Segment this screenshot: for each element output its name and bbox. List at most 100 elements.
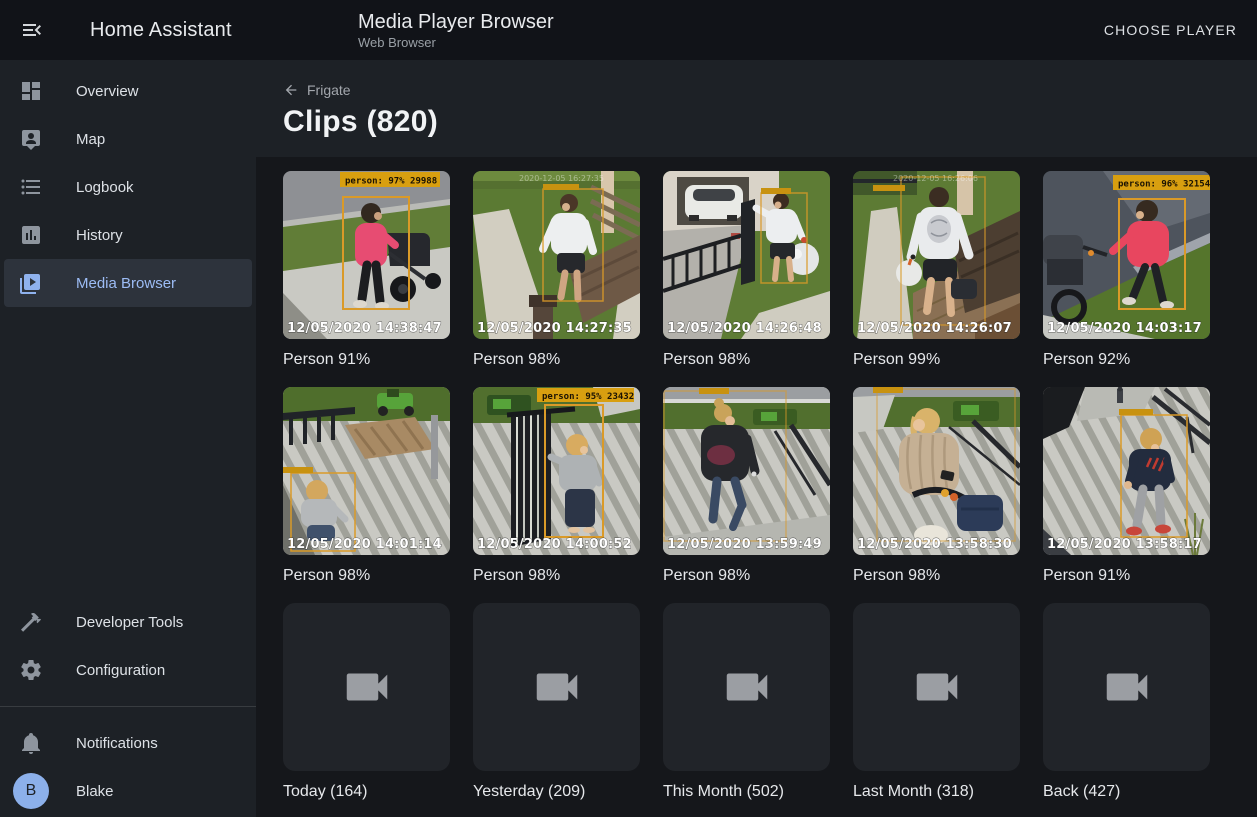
sidebar-item-developer-tools[interactable]: Developer Tools — [0, 598, 256, 646]
page-subtitle: Web Browser — [358, 35, 1098, 50]
sidebar-item-user-profile[interactable]: B Blake — [0, 767, 256, 815]
detection-label: person: 96% 32154 — [1118, 180, 1210, 190]
menu-open-icon — [20, 18, 44, 42]
clip-thumbnail-image: person: 96% 32154 12/05/2020 14:03:17 — [1043, 171, 1210, 339]
clips-grid-area: person: 97% 29988 12/05/2020 14:38:47 Pe… — [256, 157, 1257, 817]
clip-thumbnail: 12/05/2020 13:58:17 — [1043, 387, 1210, 555]
clip-thumbnail: person: 95% 23432 12/05/2020 14:00:52 — [473, 387, 640, 555]
sidebar-item-map[interactable]: Map — [0, 115, 256, 163]
detection-chip — [873, 387, 903, 393]
video-icon — [340, 660, 394, 714]
folder-card-last-month[interactable]: Last Month (318) — [853, 603, 1020, 801]
avatar: B — [13, 773, 49, 809]
detection-chip — [543, 184, 579, 190]
detection-chip — [873, 185, 905, 191]
video-icon — [1100, 660, 1154, 714]
clip-label: Person 98% — [663, 351, 830, 369]
user-name-label: Blake — [76, 783, 114, 800]
detection-chip: person: 97% 29988 — [340, 172, 440, 187]
choose-player-button[interactable]: CHOOSE PLAYER — [1098, 21, 1243, 39]
clip-card[interactable]: 2020-12-05 16:27:35 12/05/2020 14:27:35 … — [473, 171, 640, 369]
clip-label: Person 99% — [853, 351, 1020, 369]
clip-card[interactable]: 2020-12-05 16:26:06 12/05/2020 14:26:07 … — [853, 171, 1020, 369]
folder-thumbnail — [1043, 603, 1210, 771]
folder-label: This Month (502) — [663, 783, 830, 801]
detection-chip: person: 95% 23432 — [537, 388, 634, 402]
overlay-timestamp: 2020-12-05 16:26:06 — [893, 174, 978, 183]
detection-label: person: 95% 23432 — [542, 392, 634, 402]
topbar-left: Home Assistant — [0, 18, 256, 42]
clip-timestamp: 12/05/2020 13:58:17 — [1047, 537, 1202, 552]
sidebar-item-history[interactable]: History — [0, 211, 256, 259]
clip-card[interactable]: 12/05/2020 13:58:17 Person 91% — [1043, 387, 1210, 585]
clips-grid: person: 97% 29988 12/05/2020 14:38:47 Pe… — [283, 171, 1257, 817]
video-icon — [530, 660, 584, 714]
sidebar-item-configuration[interactable]: Configuration — [0, 646, 256, 694]
clip-thumbnail: 2020-12-05 16:27:35 12/05/2020 14:27:35 — [473, 171, 640, 339]
clip-thumbnail-image: 2020-12-05 16:27:35 12/05/2020 14:27:35 — [473, 171, 640, 339]
chart-box-icon — [19, 223, 43, 247]
folder-card-this-month[interactable]: This Month (502) — [663, 603, 830, 801]
clip-thumbnail-image: 12/05/2020 13:58:30 — [853, 387, 1020, 555]
folder-card-back[interactable]: Back (427) — [1043, 603, 1210, 801]
clip-card[interactable]: 12/05/2020 14:26:48 Person 98% — [663, 171, 830, 369]
folder-thumbnail — [473, 603, 640, 771]
clip-timestamp: 12/05/2020 14:27:35 — [477, 321, 632, 336]
clip-thumbnail-image: 12/05/2020 14:01:14 — [283, 387, 450, 555]
clip-card[interactable]: person: 97% 29988 12/05/2020 14:38:47 Pe… — [283, 171, 450, 369]
clip-thumbnail: person: 97% 29988 12/05/2020 14:38:47 — [283, 171, 450, 339]
clip-thumbnail: 12/05/2020 13:59:49 — [663, 387, 830, 555]
clip-timestamp: 12/05/2020 14:26:48 — [667, 321, 822, 336]
clip-timestamp: 12/05/2020 13:58:30 — [857, 537, 1012, 552]
clip-card[interactable]: person: 96% 32154 12/05/2020 14:03:17 Pe… — [1043, 171, 1210, 369]
clip-label: Person 91% — [1043, 567, 1210, 585]
sidebar-item-overview[interactable]: Overview — [0, 67, 256, 115]
sidebar-item-logbook[interactable]: Logbook — [0, 163, 256, 211]
clip-thumbnail: person: 96% 32154 12/05/2020 14:03:17 — [1043, 171, 1210, 339]
clip-label: Person 92% — [1043, 351, 1210, 369]
sidebar-item-label: Developer Tools — [76, 614, 183, 631]
clip-timestamp: 12/05/2020 14:01:14 — [287, 537, 442, 552]
app-title: Home Assistant — [90, 19, 232, 42]
clip-card[interactable]: 12/05/2020 13:58:30 Person 98% — [853, 387, 1020, 585]
sidebar: Overview Map Logbook History Media — [0, 60, 256, 817]
sidebar-item-label: Notifications — [76, 735, 158, 752]
clip-timestamp: 12/05/2020 14:26:07 — [857, 321, 1012, 336]
clip-card[interactable]: person: 95% 23432 12/05/2020 14:00:52 Pe… — [473, 387, 640, 585]
clip-label: Person 98% — [663, 567, 830, 585]
folder-card-yesterday[interactable]: Yesterday (209) — [473, 603, 640, 801]
clip-thumbnail-image: 12/05/2020 13:59:49 — [663, 387, 830, 555]
folder-thumbnail — [283, 603, 450, 771]
sidebar-item-label: Configuration — [76, 662, 165, 679]
folder-label: Today (164) — [283, 783, 450, 801]
sidebar-divider — [0, 706, 256, 707]
video-icon — [910, 660, 964, 714]
detection-label: person: 97% 29988 — [345, 177, 437, 187]
clip-timestamp: 12/05/2020 13:59:49 — [667, 537, 822, 552]
clip-card[interactable]: 12/05/2020 14:01:14 Person 98% — [283, 387, 450, 585]
clip-thumbnail-image: 12/05/2020 13:58:17 — [1043, 387, 1210, 555]
clip-thumbnail-image: 2020-12-05 16:26:06 12/05/2020 14:26:07 — [853, 171, 1020, 339]
clip-card[interactable]: 12/05/2020 13:59:49 Person 98% — [663, 387, 830, 585]
top-app-bar: Home Assistant Media Player Browser Web … — [0, 0, 1257, 60]
detection-chip — [699, 388, 729, 394]
clip-timestamp: 12/05/2020 14:03:17 — [1047, 321, 1202, 336]
folder-thumbnail — [663, 603, 830, 771]
detection-chip — [283, 467, 313, 473]
sidebar-item-media-browser[interactable]: Media Browser — [4, 259, 252, 307]
breadcrumb-label: Frigate — [307, 82, 351, 98]
overlay-timestamp: 2020-12-05 16:27:35 — [519, 174, 604, 183]
breadcrumb[interactable]: Frigate — [283, 82, 351, 98]
back-arrow-icon — [283, 82, 299, 98]
folder-thumbnail — [853, 603, 1020, 771]
sidebar-item-label: Logbook — [76, 179, 134, 196]
folder-card-today[interactable]: Today (164) — [283, 603, 450, 801]
sidebar-toggle-button[interactable] — [20, 18, 44, 42]
home-assistant-app: Home Assistant Media Player Browser Web … — [0, 0, 1257, 817]
sidebar-item-label: History — [76, 227, 123, 244]
sidebar-item-notifications[interactable]: Notifications — [0, 719, 256, 767]
topbar-title-block: Media Player Browser Web Browser — [256, 11, 1098, 50]
clip-thumbnail-image: person: 97% 29988 12/05/2020 14:38:47 — [283, 171, 450, 339]
account-location-icon — [19, 127, 43, 151]
content-header: Frigate Clips (820) — [256, 60, 1257, 157]
